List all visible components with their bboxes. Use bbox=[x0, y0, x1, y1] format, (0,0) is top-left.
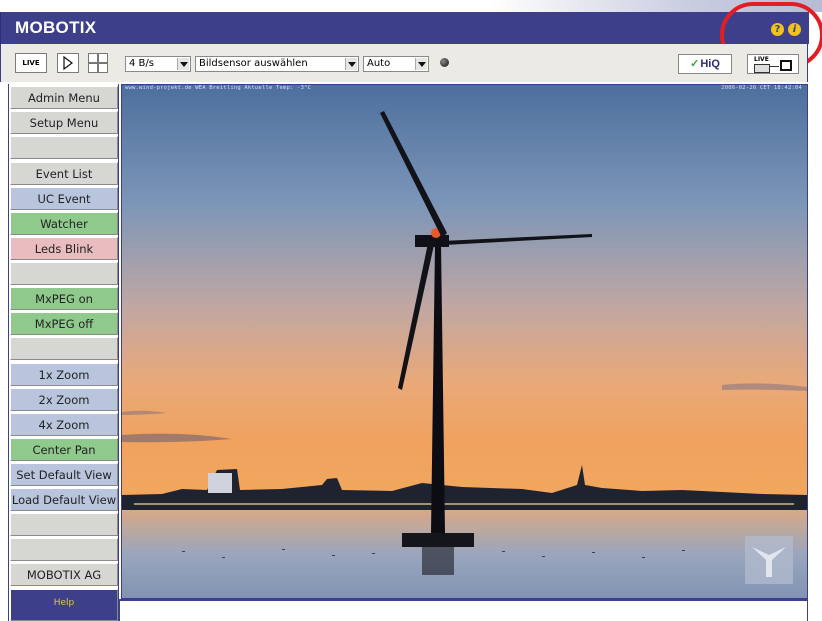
chevron-down-icon bbox=[345, 58, 357, 70]
status-strip bbox=[119, 599, 808, 621]
multiview-icon[interactable] bbox=[88, 53, 108, 73]
toolbar: LIVE 4 B/s Bildsensor auswählen Auto ✓Hi… bbox=[0, 44, 808, 82]
sidebar-item-load-default-view[interactable]: Load Default View bbox=[10, 488, 118, 511]
frame-rate-select[interactable]: 4 B/s bbox=[125, 56, 191, 72]
window-icon bbox=[780, 60, 792, 71]
sidebar-item-1x-zoom[interactable]: 1x Zoom bbox=[10, 363, 118, 386]
camera-image[interactable] bbox=[122, 85, 807, 598]
chevron-down-icon bbox=[415, 58, 427, 70]
sensor-select-value: Bildsensor auswählen bbox=[199, 58, 308, 69]
header-bar: MOBOTIX ? i bbox=[0, 12, 809, 44]
sidebar-item-setup-menu[interactable]: Setup Menu bbox=[10, 111, 118, 134]
mobotix-logo: MOBOTIX bbox=[15, 18, 97, 37]
hiq-button[interactable]: ✓HiQ bbox=[678, 54, 732, 74]
hiq-label: HiQ bbox=[700, 58, 720, 70]
sidebar: Admin Menu Setup Menu Event List UC Event Wa… bbox=[8, 84, 119, 621]
sidebar-spacer bbox=[10, 337, 118, 360]
sidebar-item-admin-menu[interactable]: Admin Menu bbox=[10, 86, 118, 109]
sidebar-spacer bbox=[10, 538, 118, 561]
live-export-button[interactable]: LIVE bbox=[747, 54, 799, 74]
sidebar-spacer bbox=[10, 513, 118, 536]
sidebar-item-leds-blink[interactable]: Leds Blink bbox=[10, 237, 118, 260]
mode-select[interactable]: Auto bbox=[363, 56, 429, 72]
sidebar-spacer bbox=[10, 262, 118, 285]
sidebar-item-mxpeg-on[interactable]: MxPEG on bbox=[10, 287, 118, 310]
sidebar-item-uc-event[interactable]: UC Event bbox=[10, 187, 118, 210]
top-strip bbox=[0, 0, 822, 12]
frame-rate-value: 4 B/s bbox=[129, 58, 154, 69]
sidebar-item-4x-zoom[interactable]: 4x Zoom bbox=[10, 413, 118, 436]
monitor-icon bbox=[754, 64, 770, 73]
mode-select-value: Auto bbox=[367, 58, 391, 69]
sidebar-item-event-list[interactable]: Event List bbox=[10, 162, 118, 185]
live-button[interactable]: LIVE bbox=[15, 53, 47, 73]
sidebar-item-mobotix-ag[interactable]: MOBOTIX AG bbox=[10, 563, 118, 586]
checkmark-icon: ✓ bbox=[690, 58, 700, 70]
video-frame: www.wind-projekt.de WEA Breitling Aktuel… bbox=[121, 84, 808, 599]
video-overlay-left: www.wind-projekt.de WEA Breitling Aktuel… bbox=[125, 85, 312, 91]
record-dot-icon[interactable] bbox=[440, 58, 449, 67]
live-export-label: LIVE bbox=[754, 56, 769, 63]
sensor-select[interactable]: Bildsensor auswählen bbox=[195, 56, 359, 72]
play-button[interactable] bbox=[57, 53, 79, 73]
sidebar-item-help[interactable]: Help bbox=[10, 589, 118, 621]
video-timestamp: 2006-02-26 CET 18:42:04 bbox=[721, 85, 802, 91]
sidebar-item-set-default-view[interactable]: Set Default View bbox=[10, 463, 118, 486]
sidebar-spacer bbox=[10, 136, 118, 159]
chevron-down-icon bbox=[177, 58, 189, 70]
play-icon bbox=[63, 55, 73, 71]
sidebar-item-2x-zoom[interactable]: 2x Zoom bbox=[10, 388, 118, 411]
sidebar-item-center-pan[interactable]: Center Pan bbox=[10, 438, 118, 461]
arrow-icon bbox=[770, 66, 779, 67]
sidebar-item-mxpeg-off[interactable]: MxPEG off bbox=[10, 312, 118, 335]
sidebar-item-watcher[interactable]: Watcher bbox=[10, 212, 118, 235]
